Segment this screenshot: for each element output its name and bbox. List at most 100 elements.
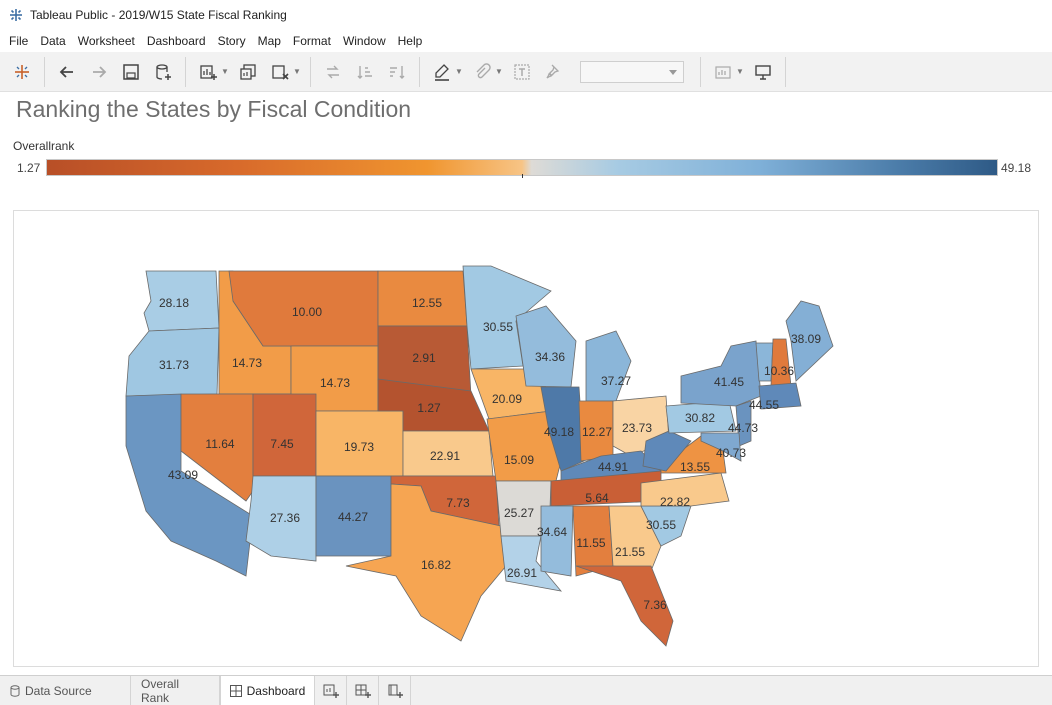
tab-overall-rank-label: Overall Rank xyxy=(141,676,180,705)
state-label-OK: 7.73 xyxy=(446,496,470,510)
state-NY[interactable] xyxy=(680,340,762,407)
state-label-MN: 30.55 xyxy=(483,320,513,334)
redo-icon[interactable] xyxy=(85,58,113,86)
state-label-OH: 23.73 xyxy=(622,421,652,435)
menu-bar: File Data Worksheet Dashboard Story Map … xyxy=(0,30,1052,52)
new-story-tab-icon[interactable] xyxy=(379,676,411,705)
state-label-PA: 30.82 xyxy=(685,411,715,425)
state-label-AZ: 27.36 xyxy=(270,511,300,525)
toolbar-separator xyxy=(310,56,311,87)
show-me-icon[interactable] xyxy=(709,58,737,86)
window-title: Tableau Public - 2019/W15 State Fiscal R… xyxy=(30,8,287,22)
state-label-IL: 49.18 xyxy=(544,425,574,439)
tab-dashboard-label: Dashboard xyxy=(246,683,306,698)
menu-window[interactable]: Window xyxy=(338,32,391,50)
database-icon xyxy=(10,684,20,697)
window-titlebar: Tableau Public - 2019/W15 State Fiscal R… xyxy=(0,0,1052,30)
state-label-CA: 43.09 xyxy=(168,468,198,482)
new-data-source-icon[interactable] xyxy=(149,58,177,86)
menu-file[interactable]: File xyxy=(4,32,33,50)
chevron-down-icon[interactable]: ▼ xyxy=(293,67,301,76)
state-label-WI: 34.36 xyxy=(535,350,565,364)
state-label-GA: 21.55 xyxy=(615,545,645,559)
state-label-NC: 22.82 xyxy=(660,495,690,509)
new-dashboard-tab-icon[interactable] xyxy=(347,676,379,705)
state-label-UT: 7.45 xyxy=(270,437,294,451)
group-icon[interactable] xyxy=(468,58,496,86)
state-label-TX: 16.82 xyxy=(421,558,451,572)
fit-dropdown[interactable] xyxy=(580,60,684,83)
toolbar-separator xyxy=(185,56,186,87)
state-label-AL: 11.55 xyxy=(576,536,605,550)
state-label-NJ: 44.73 xyxy=(728,421,758,435)
state-label-FL: 7.36 xyxy=(643,598,667,612)
state-label-SD: 2.91 xyxy=(412,351,436,365)
state-label-WY: 14.73 xyxy=(320,376,350,390)
chevron-down-icon[interactable]: ▼ xyxy=(221,67,229,76)
state-MI[interactable] xyxy=(585,330,632,402)
state-label-MT: 10.00 xyxy=(292,305,322,319)
legend-center-tick xyxy=(522,174,523,178)
duplicate-sheet-icon[interactable] xyxy=(234,58,262,86)
state-label-SC: 30.55 xyxy=(646,518,676,532)
menu-worksheet[interactable]: Worksheet xyxy=(73,32,140,50)
state-label-NM: 44.27 xyxy=(338,510,368,524)
toolbar-separator xyxy=(785,56,786,87)
menu-map[interactable]: Map xyxy=(253,32,286,50)
state-label-CO: 19.73 xyxy=(344,440,374,454)
sort-ascending-icon[interactable] xyxy=(351,58,379,86)
menu-help[interactable]: Help xyxy=(393,32,428,50)
toolbar-separator xyxy=(44,56,45,87)
state-label-NH: 10.36 xyxy=(764,364,794,378)
clear-sheet-icon[interactable] xyxy=(266,58,294,86)
tab-data-source[interactable]: Data Source xyxy=(0,676,131,705)
state-label-TN: 5.64 xyxy=(585,491,609,505)
dashboard-title: Ranking the States by Fiscal Condition xyxy=(16,96,412,122)
state-label-MO: 15.09 xyxy=(504,453,534,467)
fix-axes-icon[interactable] xyxy=(540,58,568,86)
menu-format[interactable]: Format xyxy=(288,32,336,50)
dashboard-icon xyxy=(229,684,242,697)
state-label-NV: 11.64 xyxy=(205,437,234,451)
highlight-icon[interactable] xyxy=(428,58,456,86)
menu-story[interactable]: Story xyxy=(213,32,251,50)
state-UT[interactable] xyxy=(252,393,317,477)
menu-data[interactable]: Data xyxy=(35,32,70,50)
chevron-down-icon[interactable]: ▼ xyxy=(455,67,463,76)
tab-data-source-label: Data Source xyxy=(25,683,92,698)
chevron-down-icon[interactable]: ▼ xyxy=(495,67,503,76)
state-label-IN: 12.27 xyxy=(582,425,612,439)
legend-max-value: 49.18 xyxy=(1001,161,1032,175)
state-WI[interactable] xyxy=(515,305,577,388)
new-worksheet-icon[interactable] xyxy=(194,58,222,86)
state-label-LA: 26.91 xyxy=(507,566,537,580)
state-label-ME: 38.09 xyxy=(791,332,821,346)
us-choropleth-map[interactable]: 28.18 31.73 43.09 14.73 11.64 10.00 14.73 7.45 2… xyxy=(14,211,1040,668)
state-label-ND: 12.55 xyxy=(412,296,442,310)
sort-descending-icon[interactable] xyxy=(383,58,411,86)
legend-min-value: 1.27 xyxy=(17,161,41,175)
state-label-MA: 44.55 xyxy=(749,398,779,412)
presentation-mode-icon[interactable] xyxy=(749,58,777,86)
new-worksheet-tab-icon[interactable] xyxy=(315,676,347,705)
state-NH[interactable] xyxy=(770,338,792,387)
map-view[interactable]: 28.18 31.73 43.09 14.73 11.64 10.00 14.73 7.45 2… xyxy=(13,210,1039,667)
undo-icon[interactable] xyxy=(53,58,81,86)
tab-dashboard[interactable]: Dashboard xyxy=(220,676,315,705)
save-icon[interactable] xyxy=(117,58,145,86)
state-label-NY: 41.45 xyxy=(714,375,744,389)
state-label-AR: 25.27 xyxy=(504,506,534,520)
state-label-VA: 13.55 xyxy=(680,460,710,474)
state-label-IA: 20.09 xyxy=(492,392,522,406)
state-MS[interactable] xyxy=(540,505,574,577)
chevron-down-icon[interactable]: ▼ xyxy=(736,67,744,76)
tab-overall-rank[interactable]: Overall Rank xyxy=(131,676,220,705)
menu-dashboard[interactable]: Dashboard xyxy=(142,32,211,50)
show-labels-icon[interactable] xyxy=(508,58,536,86)
state-label-KS: 22.91 xyxy=(430,449,460,463)
swap-rows-columns-icon[interactable] xyxy=(319,58,347,86)
state-label-MD: 40.73 xyxy=(716,446,746,460)
state-label-NE: 1.27 xyxy=(417,401,441,415)
tableau-logo-icon[interactable] xyxy=(8,58,36,86)
state-label-OR: 31.73 xyxy=(159,358,189,372)
